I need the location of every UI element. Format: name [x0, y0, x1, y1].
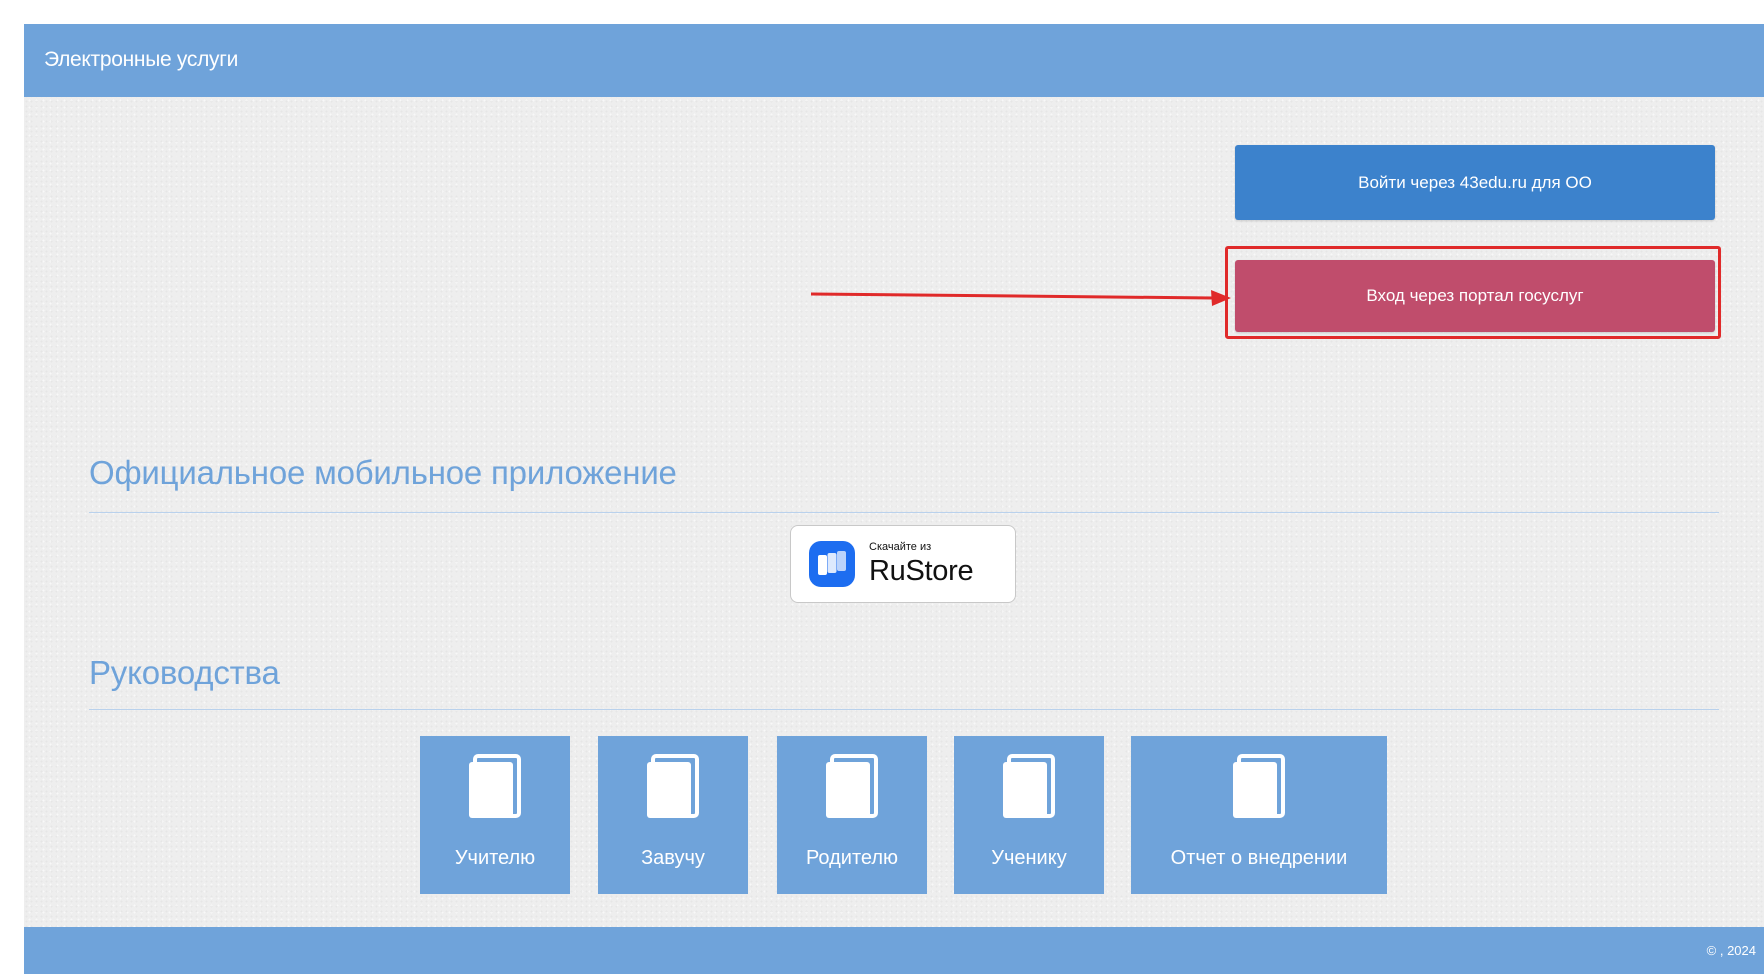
guide-tile-deputy[interactable]: Завучу: [598, 736, 748, 894]
login-43edu-button[interactable]: Войти через 43edu.ru для ОО: [1235, 145, 1715, 220]
guide-tile-label: Завучу: [641, 847, 705, 869]
guide-tile-label: Ученику: [991, 847, 1067, 869]
guide-tile-implementation-report[interactable]: Отчет о внедрении: [1131, 736, 1387, 894]
rustore-logo-icon: [809, 541, 855, 587]
document-icon: [826, 754, 878, 818]
rustore-download-button[interactable]: Скачайте из RuStore: [790, 525, 1016, 603]
document-icon: [647, 754, 699, 818]
rustore-text: Скачайте из RuStore: [869, 541, 974, 587]
page: Электронные услуги Войти через 43edu.ru …: [24, 24, 1764, 974]
section-divider: [89, 709, 1719, 710]
guide-tile-label: Учителю: [454, 847, 536, 869]
guide-tile-student[interactable]: Ученику: [954, 736, 1104, 894]
copyright-text: © , 2024: [1706, 943, 1756, 958]
guide-tile-parent[interactable]: Родителю: [777, 736, 927, 894]
rustore-name: RuStore: [869, 555, 974, 587]
section-divider: [89, 512, 1719, 513]
document-icon: [1003, 754, 1055, 818]
document-icon: [1233, 754, 1285, 818]
rustore-caption: Скачайте из: [869, 541, 932, 553]
mobile-app-heading: Официальное мобильное приложение: [89, 454, 677, 491]
guide-tile-label: Родителю: [805, 847, 899, 869]
guides-heading: Руководства: [89, 654, 280, 691]
annotation-highlight-box: [1225, 246, 1721, 339]
site-title[interactable]: Электронные услуги: [44, 48, 238, 72]
footer: © , 2024: [24, 927, 1764, 974]
guide-tile-label: Отчет о внедрении: [1170, 847, 1348, 869]
top-bar: Электронные услуги: [24, 24, 1764, 97]
annotation-arrow-icon: [810, 290, 1231, 306]
document-icon: [469, 754, 521, 818]
guide-tile-teacher[interactable]: Учителю: [420, 736, 570, 894]
